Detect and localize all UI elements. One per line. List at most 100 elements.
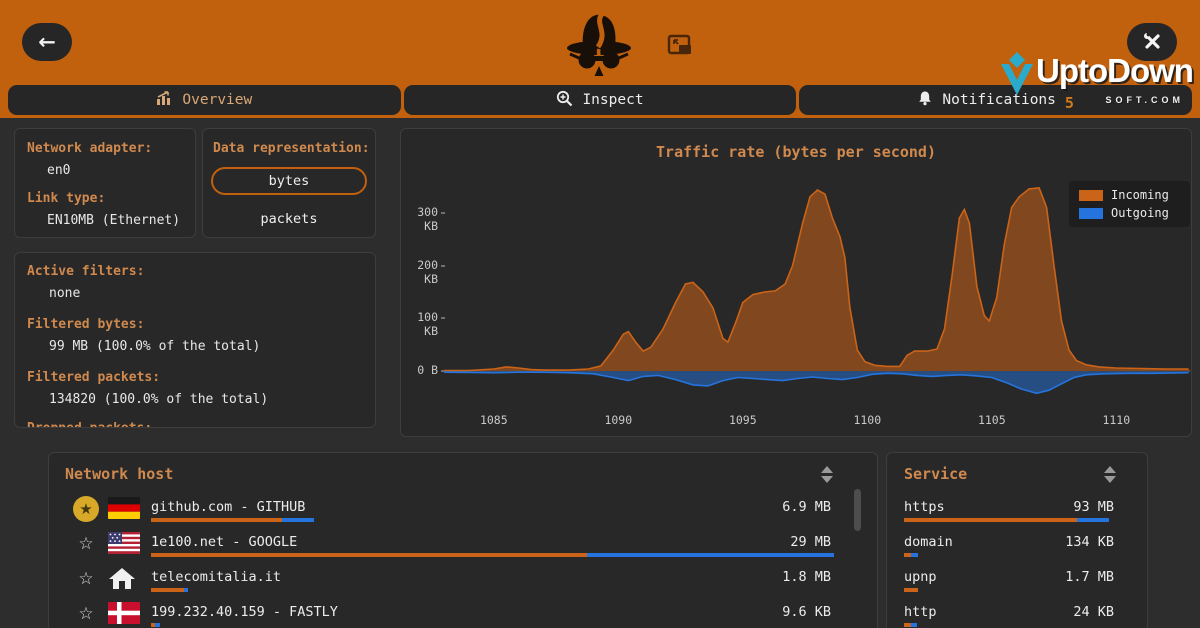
host-table-row[interactable]: ☆ 199.232.40.159 - FASTLY 9.6 KB [49, 599, 877, 628]
host-table-row[interactable]: ☆ telecomitalia.it 1.8 MB [49, 564, 877, 598]
traffic-rate-chart-panel: Traffic rate (bytes per second) 0 B 100 K… [400, 128, 1192, 437]
service-name: http [904, 604, 937, 620]
legend-outgoing: Outgoing [1079, 206, 1190, 220]
data-representation-label: Data representation: [213, 141, 370, 156]
app-header: ← [0, 0, 1200, 118]
legend-incoming-label: Incoming [1111, 188, 1169, 202]
incoming-swatch [1079, 190, 1103, 201]
sort-down-icon [821, 476, 833, 483]
chart-title: Traffic rate (bytes per second) [401, 143, 1191, 161]
filters-panel: Active filters: none Filtered bytes: 99 … [14, 252, 376, 428]
x-tick-label: 1105 [978, 413, 1006, 427]
sort-up-icon [1104, 466, 1116, 473]
service-name: upnp [904, 569, 937, 585]
bytes-option-button[interactable]: bytes [211, 167, 367, 195]
favorite-star-icon[interactable]: ☆ [73, 566, 99, 592]
settings-button[interactable] [1127, 23, 1177, 61]
favorite-star-icon[interactable]: ★ [73, 496, 99, 522]
sniffnet-overview-page: ← [0, 0, 1200, 628]
country-flag-icon [108, 497, 140, 519]
service-traffic-bar [904, 588, 918, 592]
chart-legend: Incoming Outgoing [1069, 181, 1190, 227]
active-filters-label: Active filters: [27, 264, 144, 279]
host-scrollbar-thumb[interactable] [854, 489, 861, 531]
dropped-packets-label: Dropped packets: [27, 421, 152, 428]
packets-option-button[interactable]: packets [211, 205, 367, 233]
service-traffic-bar [904, 518, 1109, 522]
y-tick-label: 200 KB [401, 258, 438, 286]
y-tick-label: 100 KB [401, 310, 438, 338]
service-table-title: Service [904, 465, 967, 483]
tab-overview-label: Overview [182, 92, 252, 108]
favorite-star-icon[interactable]: ☆ [73, 531, 99, 557]
filtered-packets-label: Filtered packets: [27, 370, 160, 385]
back-button[interactable]: ← [22, 23, 72, 61]
host-table-row[interactable]: ★ github.com - GITHUB 6.9 MB [49, 494, 877, 528]
back-arrow-icon: ← [38, 30, 56, 54]
tab-overview[interactable]: Overview [8, 85, 401, 115]
sniffnet-spy-logo [561, 3, 637, 83]
bell-icon [917, 90, 933, 110]
host-traffic-bar [151, 518, 314, 522]
host-traffic-bar [151, 588, 188, 592]
host-traffic-value: 6.9 MB [782, 499, 831, 515]
tab-notifications[interactable]: Notifications 5 [799, 85, 1192, 115]
service-sort-button[interactable] [1104, 466, 1116, 483]
service-traffic-value: 24 KB [1073, 604, 1114, 620]
tab-inspect[interactable]: Inspect [404, 85, 797, 115]
tab-bar: Overview Inspect [8, 85, 1192, 115]
sort-up-icon [821, 466, 833, 473]
filtered-packets-value: 134820 (100.0% of the total) [49, 392, 268, 407]
active-filters-value: none [49, 286, 80, 301]
service-name: https [904, 499, 945, 515]
host-table-row[interactable]: ☆ 1e100.net - GOOGLE 29 MB [49, 529, 877, 563]
tools-icon [1140, 29, 1164, 56]
network-adapter-panel: Network adapter: en0 Link type: EN10MB (… [14, 128, 196, 238]
x-tick-label: 1090 [604, 413, 632, 427]
service-traffic-value: 134 KB [1065, 534, 1114, 550]
x-tick-label: 1110 [1102, 413, 1130, 427]
host-name: telecomitalia.it [151, 569, 281, 585]
y-tick-label: 0 B [401, 363, 438, 377]
country-flag-icon [108, 602, 140, 624]
service-traffic-bar [904, 553, 918, 557]
service-traffic-value: 1.7 MB [1065, 569, 1114, 585]
filtered-bytes-label: Filtered bytes: [27, 317, 144, 332]
tab-notifications-label: Notifications [942, 92, 1056, 108]
overview-chart-icon [156, 91, 173, 109]
host-sort-button[interactable] [821, 466, 833, 483]
service-traffic-value: 93 MB [1073, 499, 1114, 515]
service-table-row[interactable]: upnp 1.7 MB [887, 565, 1147, 599]
overview-content: Network adapter: en0 Link type: EN10MB (… [0, 118, 1200, 628]
service-traffic-bar [904, 623, 917, 627]
adapter-label: Network adapter: [27, 141, 152, 156]
sort-down-icon [1104, 476, 1116, 483]
host-name: 1e100.net - GOOGLE [151, 534, 297, 550]
network-host-panel: Network host ★ github.com - GITHUB 6.9 M… [48, 452, 878, 628]
host-traffic-value: 29 MB [790, 534, 831, 550]
thumbnail-mode-icon[interactable] [666, 31, 694, 63]
country-flag-icon [108, 532, 140, 554]
x-tick-label: 1085 [480, 413, 508, 427]
y-tick-label: 300 KB [401, 205, 438, 233]
host-name: github.com - GITHUB [151, 499, 305, 515]
legend-outgoing-label: Outgoing [1111, 206, 1169, 220]
filtered-bytes-value: 99 MB (100.0% of the total) [49, 339, 260, 354]
service-name: domain [904, 534, 953, 550]
host-table-title: Network host [65, 465, 173, 483]
service-table-row[interactable]: domain 134 KB [887, 530, 1147, 564]
x-tick-label: 1100 [853, 413, 881, 427]
host-name: 199.232.40.159 - FASTLY [151, 604, 338, 620]
favorite-star-icon[interactable]: ☆ [73, 601, 99, 627]
host-traffic-bar [151, 623, 160, 627]
legend-incoming: Incoming [1079, 188, 1190, 202]
host-traffic-bar [151, 553, 834, 557]
notifications-badge: 5 [1065, 94, 1074, 112]
service-table-row[interactable]: https 93 MB [887, 495, 1147, 529]
host-traffic-value: 1.8 MB [782, 569, 831, 585]
inspect-magnifier-icon [556, 90, 573, 111]
link-type-label: Link type: [27, 191, 105, 206]
service-table-row[interactable]: http 24 KB [887, 600, 1147, 628]
service-panel: Service https 93 MB domain 134 KB upnp 1… [886, 452, 1148, 628]
x-tick-label: 1095 [729, 413, 757, 427]
